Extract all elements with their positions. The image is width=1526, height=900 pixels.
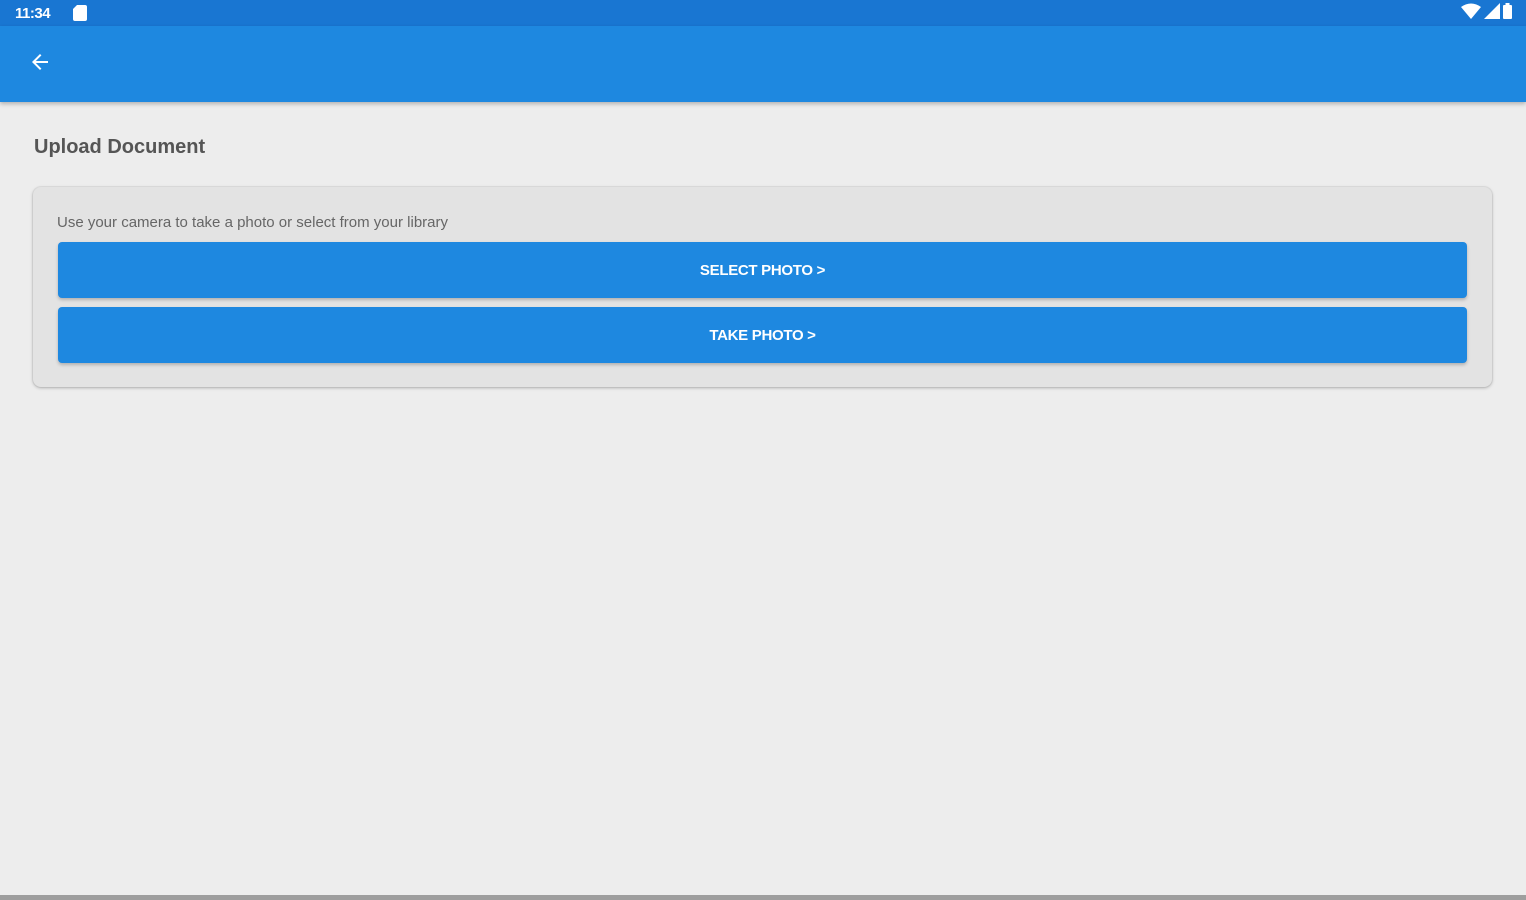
back-button[interactable] bbox=[22, 46, 58, 82]
status-icons bbox=[1461, 2, 1512, 24]
upload-hint: Use your camera to take a photo or selec… bbox=[57, 214, 448, 231]
status-time: 11:34 bbox=[15, 5, 51, 22]
upload-document-screen: 11:34 Upload Document Use your camera to… bbox=[0, 0, 1526, 900]
upload-card: Use your camera to take a photo or selec… bbox=[33, 187, 1492, 387]
navigation-bar-edge bbox=[0, 895, 1526, 900]
take-photo-button[interactable]: TAKE PHOTO > bbox=[58, 307, 1467, 363]
sd-card-icon bbox=[73, 5, 87, 21]
page-title: Upload Document bbox=[34, 136, 206, 158]
cell-signal-icon bbox=[1484, 2, 1500, 24]
battery-icon bbox=[1503, 2, 1512, 24]
wifi-icon bbox=[1461, 3, 1481, 24]
arrow-back-icon bbox=[28, 50, 52, 79]
select-photo-button[interactable]: SELECT PHOTO > bbox=[58, 242, 1467, 298]
app-bar bbox=[0, 26, 1526, 102]
status-bar: 11:34 bbox=[0, 0, 1526, 26]
